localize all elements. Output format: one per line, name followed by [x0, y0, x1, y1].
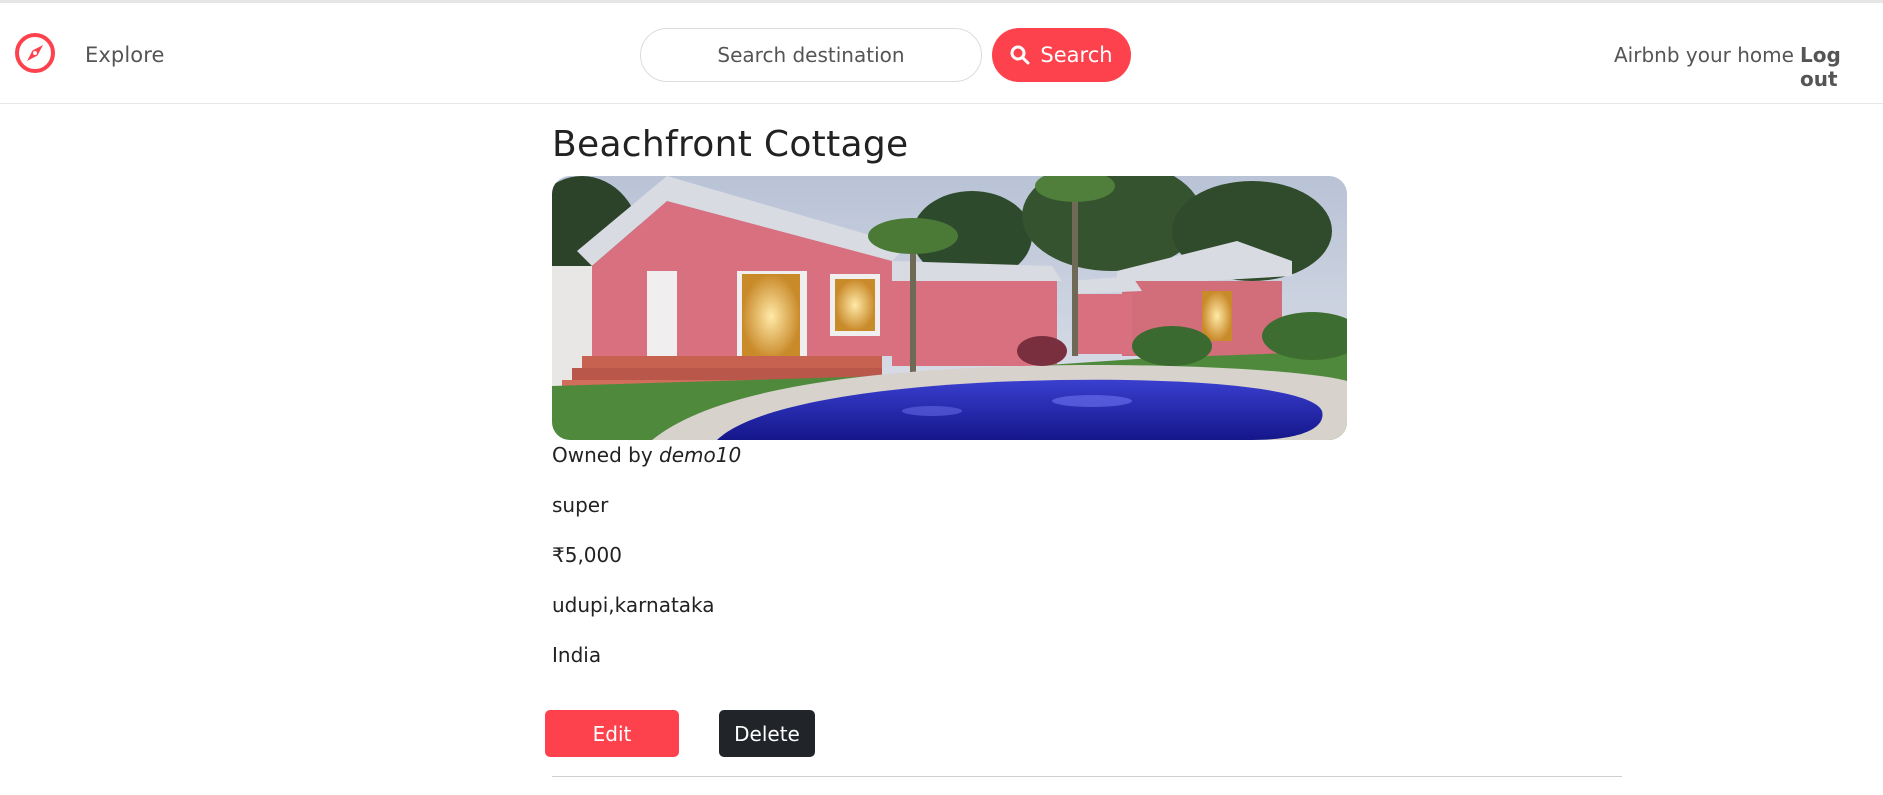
navbar: Explore Search Airbnb your home Log out [0, 3, 1883, 104]
search-input[interactable] [640, 28, 982, 82]
listing-title: Beachfront Cottage [552, 124, 909, 165]
owner-prefix: Owned by [552, 443, 653, 467]
divider [552, 776, 1622, 777]
listing-country: India [552, 643, 602, 667]
nav-logout-link[interactable]: Log out [1800, 43, 1883, 91]
owner-name: demo10 [659, 443, 742, 467]
delete-button[interactable]: Delete [719, 710, 815, 757]
listing-description: super [552, 493, 609, 517]
search-icon [1010, 45, 1030, 65]
search-button[interactable]: Search [992, 28, 1131, 82]
nav-explore-link[interactable]: Explore [85, 43, 165, 67]
edit-button[interactable]: Edit [545, 710, 679, 757]
listing-location: udupi,karnataka [552, 593, 715, 617]
listing-image [552, 176, 1347, 440]
compass-icon[interactable] [14, 32, 56, 74]
search-button-label: Search [1040, 43, 1113, 67]
listing-owner: Owned by demo10 [552, 443, 741, 467]
listing-detail: Beachfront Cottage Owned by demo10 super… [0, 104, 1883, 795]
listing-price: ₹5,000 [552, 543, 622, 567]
nav-host-link[interactable]: Airbnb your home [1614, 43, 1794, 67]
